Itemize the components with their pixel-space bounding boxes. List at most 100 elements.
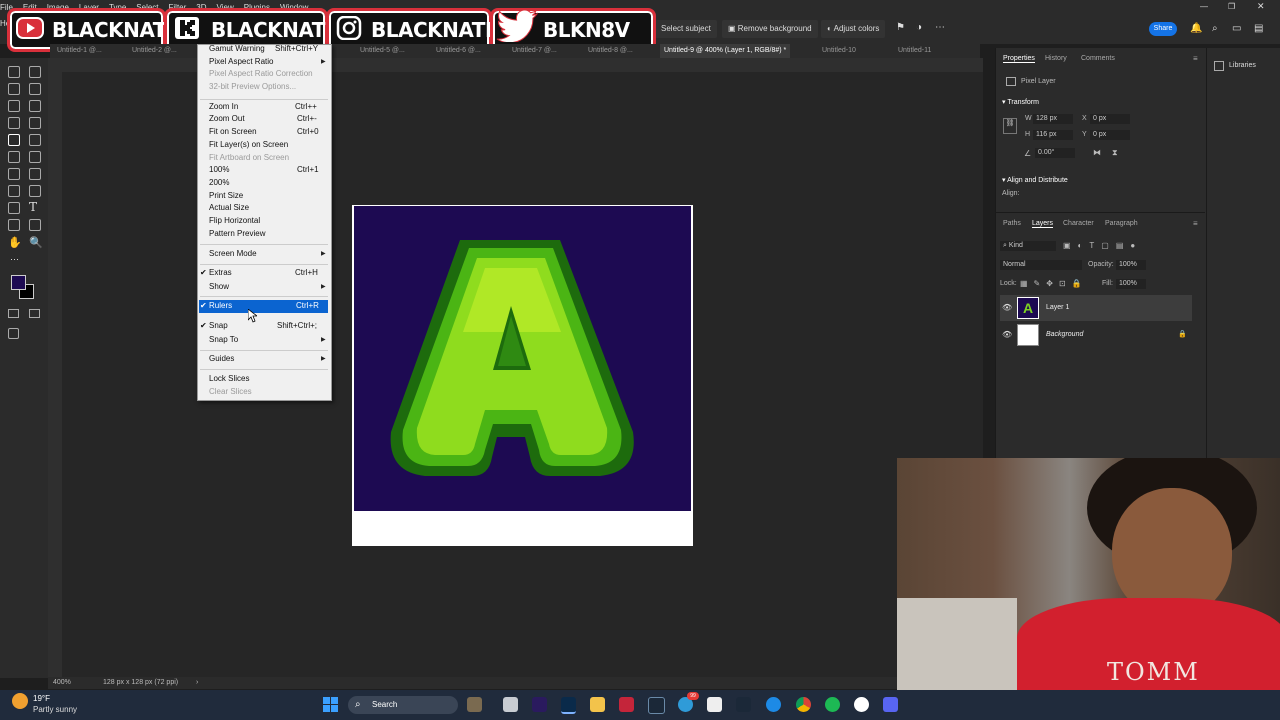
taskbar-search[interactable]: ⌕ Search (348, 696, 458, 714)
arrange-icon[interactable]: ▤ (1254, 23, 1263, 34)
panel-menu-icon[interactable]: ≡ (1193, 54, 1198, 63)
horizontal-ruler[interactable] (48, 58, 983, 73)
path-select-tool-icon[interactable] (8, 202, 20, 214)
layer-row-background[interactable]: 👁 Background 🔒 (1000, 322, 1192, 348)
tab-layers[interactable]: Layers (1032, 220, 1054, 228)
discord-icon[interactable] (883, 697, 898, 712)
link-icon[interactable]: ⛓ (1003, 118, 1017, 134)
layer-filter-select[interactable]: ⌕ Kind (1000, 241, 1056, 251)
lasso-tool-icon[interactable] (8, 83, 20, 95)
menu-item-pixel-aspect-ratio-correction[interactable]: Pixel Aspect Ratio Correction (209, 68, 313, 80)
menu-item-extras[interactable]: Extras (209, 267, 232, 279)
tab-comments[interactable]: Comments (1081, 55, 1115, 62)
flip-vertical-icon[interactable]: ⧗ (1112, 148, 1118, 158)
marquee-tool-icon[interactable] (29, 66, 41, 78)
menu-item-fit-on-screen[interactable]: Fit on Screen (209, 126, 257, 138)
move-tool-icon[interactable] (8, 66, 20, 78)
tab-paragraph[interactable]: Paragraph (1105, 220, 1138, 227)
tab-untitled-8[interactable]: Untitled-8 @... (588, 44, 633, 58)
minimize-icon[interactable]: — (1200, 2, 1208, 11)
screen-mode-icon[interactable] (29, 309, 40, 318)
eyedropper-tool-icon[interactable] (8, 117, 20, 129)
crop-tool-icon[interactable] (8, 100, 20, 112)
dodge-tool-icon[interactable] (8, 185, 20, 197)
app-icon[interactable] (619, 697, 634, 712)
menu-item-flip-horizontal[interactable]: Flip Horizontal (209, 215, 260, 227)
tab-history[interactable]: History (1045, 55, 1067, 62)
close-icon[interactable]: ✕ (1257, 1, 1265, 12)
select-subject-button[interactable]: Select subject (655, 20, 717, 38)
direct-select-tool-icon[interactable] (8, 219, 20, 231)
healing-tool-icon[interactable] (29, 117, 41, 129)
tab-untitled-10[interactable]: Untitled-10 (822, 44, 856, 58)
menu-item-200-percent[interactable]: 200% (209, 177, 229, 189)
lock-icons[interactable]: ▦✎✥⊡🔒 (1020, 279, 1088, 288)
blend-mode-select[interactable]: Normal (1000, 260, 1082, 270)
more-icon[interactable]: ⋯ (935, 22, 945, 33)
brush-icon[interactable]: ⚑ (896, 22, 905, 33)
menu-item-fit-layers[interactable]: Fit Layer(s) on Screen (209, 139, 288, 151)
zoom-level[interactable]: 400% (53, 677, 71, 689)
menu-item-zoom-out[interactable]: Zoom Out (209, 113, 245, 125)
tab-untitled-5[interactable]: Untitled-5 @... (360, 44, 405, 58)
menu-item-32bit-preview[interactable]: 32-bit Preview Options... (209, 81, 296, 93)
weather-condition[interactable]: Partly sunny (33, 705, 77, 714)
frame-tool-icon[interactable] (29, 100, 41, 112)
filter-icons[interactable]: ▣◐T▢▤● (1063, 241, 1142, 250)
opacity-input[interactable]: 100% (1116, 260, 1146, 270)
blur-tool-icon[interactable] (29, 168, 41, 180)
weather-temp[interactable]: 19°F (33, 694, 50, 703)
tab-paths[interactable]: Paths (1003, 220, 1021, 227)
tab-untitled-9[interactable]: Untitled-9 @ 400% (Layer 1, RGB/8#) * (660, 44, 791, 58)
menu-item-lock-slices[interactable]: Lock Slices (209, 373, 249, 385)
menu-item-print-size[interactable]: Print Size (209, 190, 243, 202)
workspace-icon[interactable]: ▭ (1232, 23, 1241, 34)
vertical-ruler[interactable] (48, 72, 63, 677)
steam-icon[interactable] (648, 697, 665, 714)
edge-icon[interactable] (766, 697, 781, 712)
contrast-icon[interactable]: ◑ (916, 22, 922, 33)
task-view-icon[interactable] (503, 697, 518, 712)
bell-icon[interactable]: 🔔 (1190, 23, 1202, 34)
weather-icon[interactable] (12, 693, 28, 709)
tab-untitled-1[interactable]: Untitled-1 @... (57, 44, 102, 58)
menu-item-gamut-warning[interactable]: Gamut Warning (209, 43, 265, 55)
premiere-icon[interactable] (532, 697, 547, 712)
tab-untitled-2[interactable]: Untitled-2 @... (132, 44, 177, 58)
widget-icon[interactable] (467, 697, 482, 712)
share-button[interactable]: Share (1149, 22, 1177, 36)
menu-item-show[interactable]: Show (209, 281, 229, 293)
steam-icon[interactable] (736, 697, 751, 712)
align-section-title[interactable]: ▾ Align and Distribute (1002, 176, 1068, 184)
chevron-right-icon[interactable]: › (196, 677, 198, 689)
menu-item-guides[interactable]: Guides (209, 353, 234, 365)
eye-icon[interactable]: 👁 (1002, 330, 1012, 339)
menu-item-snap-to[interactable]: Snap To (209, 334, 238, 346)
zoom-tool-icon[interactable]: 🔍 (29, 236, 43, 249)
stamp-tool-icon[interactable] (29, 134, 41, 146)
menu-item-pattern-preview[interactable]: Pattern Preview (209, 228, 265, 240)
tab-untitled-6[interactable]: Untitled-6 @... (436, 44, 481, 58)
brush-tool-icon[interactable] (8, 134, 20, 146)
spotify-icon[interactable] (825, 697, 840, 712)
height-input[interactable]: 116 px (1033, 130, 1073, 140)
menu-item-zoom-in[interactable]: Zoom In (209, 101, 238, 113)
type-tool-icon[interactable]: T (29, 200, 37, 214)
menu-item-actual-size[interactable]: Actual Size (209, 202, 249, 214)
fill-input[interactable]: 100% (1116, 279, 1146, 289)
windows-start-icon[interactable] (323, 697, 338, 712)
restore-icon[interactable]: ❐ (1228, 2, 1235, 11)
search-icon[interactable]: ⌕ (1212, 23, 1218, 34)
y-input[interactable]: 0 px (1090, 130, 1130, 140)
pen-tool-icon[interactable] (29, 185, 41, 197)
remove-background-button[interactable]: ▣ Remove background (722, 20, 818, 38)
edit-toolbar-icon[interactable] (8, 328, 19, 339)
foreground-color-swatch[interactable] (11, 275, 26, 290)
eraser-tool-icon[interactable] (29, 151, 41, 163)
layer-name[interactable]: Background (1046, 331, 1083, 338)
libraries-icon[interactable] (1214, 61, 1224, 71)
tab-character[interactable]: Character (1063, 220, 1094, 227)
shape-tool-icon[interactable] (29, 219, 41, 231)
tab-untitled-7[interactable]: Untitled-7 @... (512, 44, 557, 58)
history-brush-tool-icon[interactable] (8, 151, 20, 163)
